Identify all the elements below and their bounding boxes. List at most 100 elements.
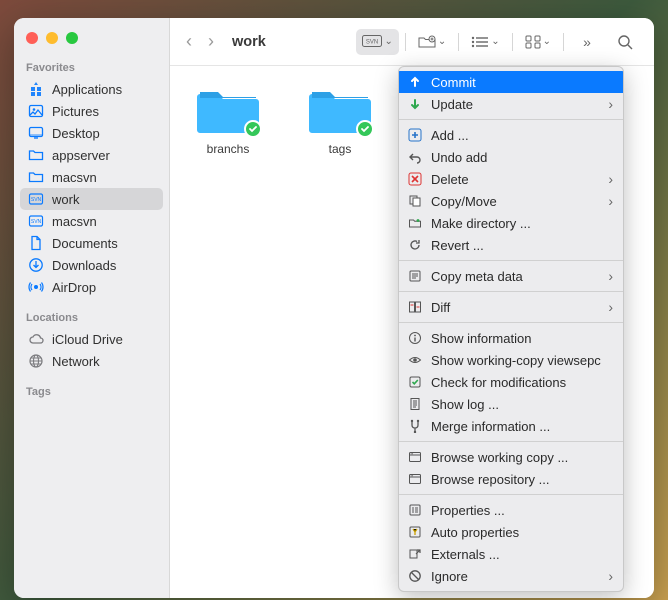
folder-label: tags: [329, 142, 352, 156]
chevron-right-icon: ›: [608, 299, 613, 315]
doc-icon: [28, 235, 44, 251]
diff-icon: [407, 299, 423, 315]
menu-item-make-directory[interactable]: Make directory ...: [399, 212, 623, 234]
menu-item-label: Undo add: [431, 150, 487, 165]
back-button[interactable]: ‹: [182, 31, 196, 52]
browse-icon: [407, 449, 423, 465]
menu-item-externals[interactable]: Externals ...: [399, 543, 623, 565]
menu-item-label: Browse working copy ...: [431, 450, 568, 465]
sidebar-section-title: Favorites: [14, 58, 169, 78]
autoprops-icon: [407, 524, 423, 540]
sidebar-item-pictures[interactable]: Pictures: [20, 100, 163, 122]
zoom-window-button[interactable]: [66, 32, 78, 44]
new-folder-button[interactable]: ⌄: [412, 29, 452, 55]
airdrop-icon: [28, 279, 44, 295]
menu-item-show-working-copy-viewsepc[interactable]: Show working-copy viewsepc: [399, 349, 623, 371]
sidebar-item-label: work: [52, 192, 79, 207]
minimize-window-button[interactable]: [46, 32, 58, 44]
forward-button[interactable]: ›: [204, 31, 218, 52]
menu-item-diff[interactable]: Diff ›: [399, 296, 623, 318]
view-options-button[interactable]: ⌄: [465, 29, 505, 55]
toolbar: ‹ › work SVN ⌄ ⌄ ⌄: [170, 18, 654, 66]
chevron-right-icon: ›: [608, 268, 613, 284]
pictures-icon: [28, 103, 44, 119]
menu-item-label: Auto properties: [431, 525, 519, 540]
sidebar-item-label: macsvn: [52, 170, 97, 185]
folder-icon: [28, 169, 44, 185]
menu-item-show-information[interactable]: Show information: [399, 327, 623, 349]
sidebar-item-icloud-drive[interactable]: iCloud Drive: [20, 328, 163, 350]
menu-item-show-log[interactable]: Show log ...: [399, 393, 623, 415]
svg-text:SVN: SVN: [31, 197, 42, 203]
chevron-right-icon: ›: [608, 193, 613, 209]
view-mode-button[interactable]: ⌄: [519, 29, 557, 55]
menu-item-label: Show working-copy viewsepc: [431, 353, 601, 368]
sidebar-item-label: Applications: [52, 82, 122, 97]
location-title: work: [232, 34, 348, 50]
menu-item-copy-move[interactable]: Copy/Move›: [399, 190, 623, 212]
menu-separator: [399, 119, 623, 120]
cloud-icon: [28, 331, 44, 347]
menu-item-merge-information[interactable]: Merge information ...: [399, 415, 623, 437]
menu-item-label: Externals ...: [431, 547, 500, 562]
sidebar-item-documents[interactable]: Documents: [20, 232, 163, 254]
sidebar-item-appserver[interactable]: appserver: [20, 144, 163, 166]
menu-item-label: Show information: [431, 331, 531, 346]
merge-icon: [407, 418, 423, 434]
folder-item[interactable]: tags: [300, 84, 380, 156]
eye-icon: [407, 352, 423, 368]
chevron-right-icon: ›: [608, 171, 613, 187]
menu-item-label: Browse repository ...: [431, 472, 550, 487]
sidebar-item-label: AirDrop: [52, 280, 96, 295]
menu-item-label: Check for modifications: [431, 375, 566, 390]
sidebar-item-applications[interactable]: Applications: [20, 78, 163, 100]
menu-item-label: Delete: [431, 172, 469, 187]
sidebar-item-desktop[interactable]: Desktop: [20, 122, 163, 144]
sidebar-section-title: Locations: [14, 308, 169, 328]
menu-item-browse-working-copy[interactable]: Browse working copy ...: [399, 446, 623, 468]
folder-item[interactable]: branchs: [188, 84, 268, 156]
menu-separator: [399, 291, 623, 292]
sidebar-item-label: iCloud Drive: [52, 332, 123, 347]
sidebar-item-work[interactable]: SVN work: [20, 188, 163, 210]
download-icon: [28, 257, 44, 273]
menu-item-auto-properties[interactable]: Auto properties: [399, 521, 623, 543]
sidebar-item-label: Pictures: [52, 104, 99, 119]
overflow-button[interactable]: »: [570, 29, 604, 55]
menu-item-properties[interactable]: Properties ...: [399, 499, 623, 521]
menu-item-copy-meta-data[interactable]: Copy meta data›: [399, 265, 623, 287]
sidebar-item-label: appserver: [52, 148, 110, 163]
sidebar-item-downloads[interactable]: Downloads: [20, 254, 163, 276]
menu-item-label: Update: [431, 97, 473, 112]
menu-item-ignore[interactable]: Ignore›: [399, 565, 623, 587]
close-window-button[interactable]: [26, 32, 38, 44]
window-controls: [14, 28, 169, 58]
sidebar-item-label: Documents: [52, 236, 118, 251]
mkdir-icon: [407, 215, 423, 231]
menu-item-label: Diff: [431, 300, 450, 315]
menu-item-delete[interactable]: Delete ›: [399, 168, 623, 190]
revert-icon: [407, 237, 423, 253]
menu-item-commit[interactable]: Commit: [399, 71, 623, 93]
menu-item-add[interactable]: Add ...: [399, 124, 623, 146]
sidebar-item-macsvn[interactable]: macsvn: [20, 166, 163, 188]
menu-item-check-for-modifications[interactable]: Check for modifications: [399, 371, 623, 393]
menu-item-revert[interactable]: Revert ...: [399, 234, 623, 256]
info-icon: [407, 330, 423, 346]
sidebar-item-macsvn[interactable]: SVNmacsvn: [20, 210, 163, 232]
menu-item-label: Properties ...: [431, 503, 505, 518]
sidebar-item-network[interactable]: Network: [20, 350, 163, 372]
undo-icon: [407, 149, 423, 165]
sidebar: Favorites Applications Pictures Desktop apps…: [14, 18, 170, 598]
menu-item-update[interactable]: Update›: [399, 93, 623, 115]
menu-item-label: Ignore: [431, 569, 468, 584]
apps-icon: [28, 81, 44, 97]
search-button[interactable]: [608, 29, 642, 55]
folder-label: branchs: [207, 142, 250, 156]
sidebar-section-title: Tags: [14, 382, 169, 402]
menu-item-browse-repository[interactable]: Browse repository ...: [399, 468, 623, 490]
sidebar-item-airdrop[interactable]: AirDrop: [20, 276, 163, 298]
svn-menu-button[interactable]: SVN ⌄: [356, 29, 398, 55]
ignore-icon: [407, 568, 423, 584]
menu-item-undo-add[interactable]: Undo add: [399, 146, 623, 168]
